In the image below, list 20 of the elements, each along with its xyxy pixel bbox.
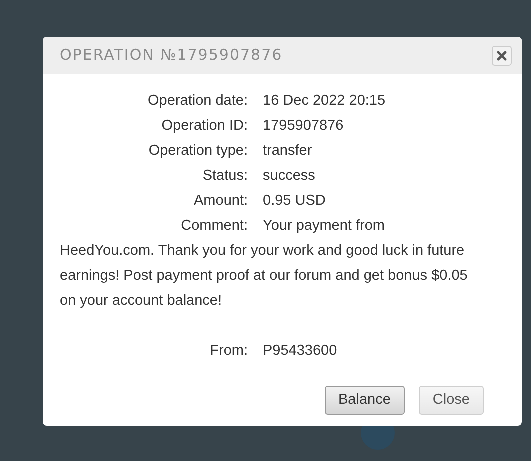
field-value: 0.95 USD (263, 192, 326, 211)
comment-text: HeedYou.com. Thank you for your work and good luck in future earnings! Post payment proof at our forum and get bonus $0.05 on your account balance! (60, 242, 469, 311)
close-icon (497, 50, 507, 60)
field-value: success (263, 167, 316, 186)
balance-button[interactable]: Balance (324, 386, 405, 415)
field-value: 16 Dec 2022 20:15 (263, 92, 386, 111)
field-value: Your payment from (263, 217, 385, 236)
field-label: Operation date: (147, 92, 249, 111)
close-button[interactable] (492, 46, 512, 66)
field-label: Operation ID: (160, 117, 249, 136)
dialog-title: OPERATION №1795907876 (60, 45, 283, 66)
field-label: From: (209, 342, 249, 361)
field-value: P95433600 (263, 342, 338, 361)
field-value: 1795907876 (263, 117, 344, 136)
field-label: Amount: (193, 192, 249, 211)
field-label: Status: (202, 167, 249, 186)
field-value: transfer (263, 142, 312, 161)
close-dialog-button[interactable]: Close (418, 386, 484, 415)
field-label: Operation type: (148, 142, 249, 161)
field-label: Comment: (180, 217, 249, 236)
